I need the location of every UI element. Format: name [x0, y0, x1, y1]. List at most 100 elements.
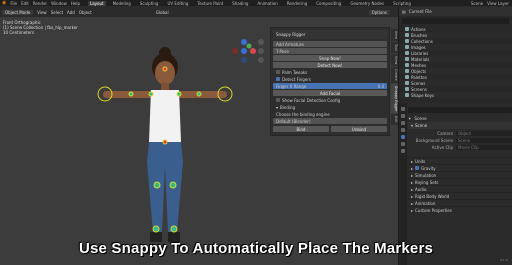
background-scene-field[interactable]: Scene	[456, 137, 512, 143]
simulation-section[interactable]: ▸ Simulation	[408, 171, 512, 178]
scene-section-header[interactable]: ▾ Scene	[408, 122, 512, 129]
scene-selector[interactable]: Scene	[471, 1, 483, 6]
view-tools	[258, 39, 264, 63]
gravity-section[interactable]: ▸ Gravity	[408, 164, 512, 171]
render-tab-icon[interactable]	[401, 114, 405, 118]
finger-x-range-label: Finger X Range	[276, 83, 307, 89]
data-icon	[405, 27, 409, 31]
world-tab-icon[interactable]	[401, 142, 405, 146]
engine-dropdown[interactable]: Default (Blender)	[273, 118, 387, 124]
mode-dropdown[interactable]: Object Mode	[2, 9, 34, 15]
add-armature-dropdown[interactable]: Add Armature	[273, 41, 387, 47]
detect-fingers-row[interactable]: Detect Fingers	[273, 76, 387, 82]
tab-sculpting[interactable]: Sculpting	[138, 1, 161, 6]
camera-field[interactable]: Object	[456, 130, 512, 136]
menu-render[interactable]: Render	[33, 1, 47, 6]
scene-tab-icon[interactable]	[401, 135, 405, 139]
object-tab-icon[interactable]	[401, 149, 405, 153]
outliner-title[interactable]: Current File	[409, 9, 432, 14]
background-scene-row: Background Scene Scene	[408, 137, 512, 143]
palm-tweaks-row[interactable]: Palm Tweaks	[273, 69, 387, 75]
data-icon	[405, 51, 409, 55]
outliner-search[interactable]	[402, 18, 509, 24]
bind-button[interactable]: Bind	[273, 126, 329, 132]
tab-shading[interactable]: Shading	[230, 1, 250, 6]
snap-now-button[interactable]: Snap Now!	[273, 55, 387, 61]
pose-dropdown[interactable]: T-Pose	[273, 48, 387, 54]
keying-sets-section[interactable]: ▸ Keying Sets	[408, 178, 512, 185]
view-layer-selector[interactable]: View Layer	[487, 1, 509, 6]
data-icon	[405, 69, 409, 73]
data-icon	[405, 63, 409, 67]
tool-tab-icon[interactable]	[401, 107, 405, 111]
unbind-button[interactable]: Unbind	[331, 126, 387, 132]
detect-fingers-label: Detect Fingers	[282, 76, 311, 82]
panel-title[interactable]: Snappy Rigger	[273, 30, 387, 39]
chevron-down-icon: ▾	[276, 104, 279, 110]
custom-properties-section[interactable]: ▸ Custom Properties	[408, 206, 512, 213]
menu-help[interactable]: Help	[71, 1, 80, 6]
properties-search[interactable]	[408, 107, 512, 113]
zoom-icon[interactable]	[258, 39, 264, 45]
tab-modeling[interactable]: Modeling	[111, 1, 133, 6]
camera-row: Camera Object	[408, 130, 512, 136]
menu-add[interactable]: Add	[67, 10, 75, 15]
menu-edit[interactable]: Edit	[21, 1, 29, 6]
sidebar-tab-tool[interactable]: Tool	[391, 41, 398, 53]
units-section[interactable]: ▸ Units	[408, 157, 512, 164]
transform-orientation[interactable]: Global	[156, 10, 169, 15]
sidebar-tab-item[interactable]: Item	[391, 29, 398, 41]
menu-view[interactable]: View	[37, 10, 47, 15]
list-item[interactable]: Shape Keys	[399, 92, 512, 98]
blender-logo-icon[interactable]: ◉	[2, 0, 6, 6]
menu-window[interactable]: Window	[51, 1, 67, 6]
version-label: 4.1.0	[500, 258, 508, 262]
scene-name-field[interactable]: Scene	[414, 116, 426, 121]
tab-rendering[interactable]: Rendering	[285, 1, 309, 6]
output-tab-icon[interactable]	[401, 121, 405, 125]
menu-select[interactable]: Select	[51, 10, 63, 15]
options-button[interactable]: Options	[368, 9, 390, 15]
scene-name-row: ✦ Scene	[408, 115, 512, 121]
camera-icon[interactable]	[258, 57, 264, 63]
menu-object[interactable]: Object	[79, 10, 92, 15]
properties-body: ✦ Scene ▾ Scene Camera Object Background…	[408, 105, 512, 213]
add-facial-button[interactable]: Add Facial	[273, 90, 387, 96]
tab-layout[interactable]: Layout	[87, 0, 106, 6]
tab-animation[interactable]: Animation	[255, 1, 279, 6]
character-model[interactable]	[95, 47, 235, 265]
tab-uv-editing[interactable]: UV Editing	[165, 1, 190, 6]
gravity-checkbox[interactable]	[415, 166, 420, 170]
sidebar-tab-create[interactable]: Create	[391, 67, 398, 83]
active-clip-label: Active Clip	[431, 144, 453, 150]
outliner-header: ▤ Current File	[399, 7, 512, 16]
active-clip-field[interactable]: Movie Clip	[456, 144, 512, 150]
sidebar-tab-view[interactable]: View	[391, 53, 398, 67]
video-caption: Use Snappy To Automatically Place The Ma…	[78, 240, 434, 257]
detect-fingers-checkbox[interactable]	[276, 77, 280, 81]
animation-section[interactable]: ▸ Animation	[408, 199, 512, 206]
detect-now-button[interactable]: Detect Now!	[273, 62, 387, 68]
show-facial-checkbox[interactable]	[276, 98, 280, 102]
sidebar-tab-snappy-rigger[interactable]: Snappy Rigger	[391, 83, 398, 114]
display-mode-icon[interactable]: ▤	[402, 9, 406, 14]
tab-compositing[interactable]: Compositing	[314, 1, 343, 6]
tab-scripting[interactable]: Scripting	[391, 1, 413, 6]
view-layer-tab-icon[interactable]	[401, 128, 405, 132]
choose-engine-label: Choose the binding engine	[276, 111, 330, 117]
tab-texture-paint[interactable]: Texture Paint	[195, 1, 225, 6]
binding-subpanel-header[interactable]: ▾ Binding	[273, 104, 387, 110]
tab-geometry-nodes[interactable]: Geometry Nodes	[348, 1, 386, 6]
palm-tweaks-checkbox[interactable]	[276, 70, 280, 74]
navigation-gizmo[interactable]	[232, 39, 256, 63]
sidebar-tab-edit[interactable]: Edit	[391, 114, 398, 126]
bind-buttons: Bind Unbind	[273, 125, 387, 133]
finger-x-range-slider[interactable]: Finger X Range 0.4	[273, 83, 387, 89]
rigid-body-world-section[interactable]: ▸ Rigid Body World	[408, 192, 512, 199]
data-icon	[405, 93, 409, 97]
audio-section[interactable]: ▸ Audio	[408, 185, 512, 192]
show-facial-row[interactable]: Show Facial Detection Config	[273, 97, 387, 103]
pan-icon[interactable]	[258, 48, 264, 54]
3d-viewport[interactable]: Front Orthographic (1) Scene Collection …	[0, 17, 398, 265]
menu-file[interactable]: File	[10, 1, 17, 6]
